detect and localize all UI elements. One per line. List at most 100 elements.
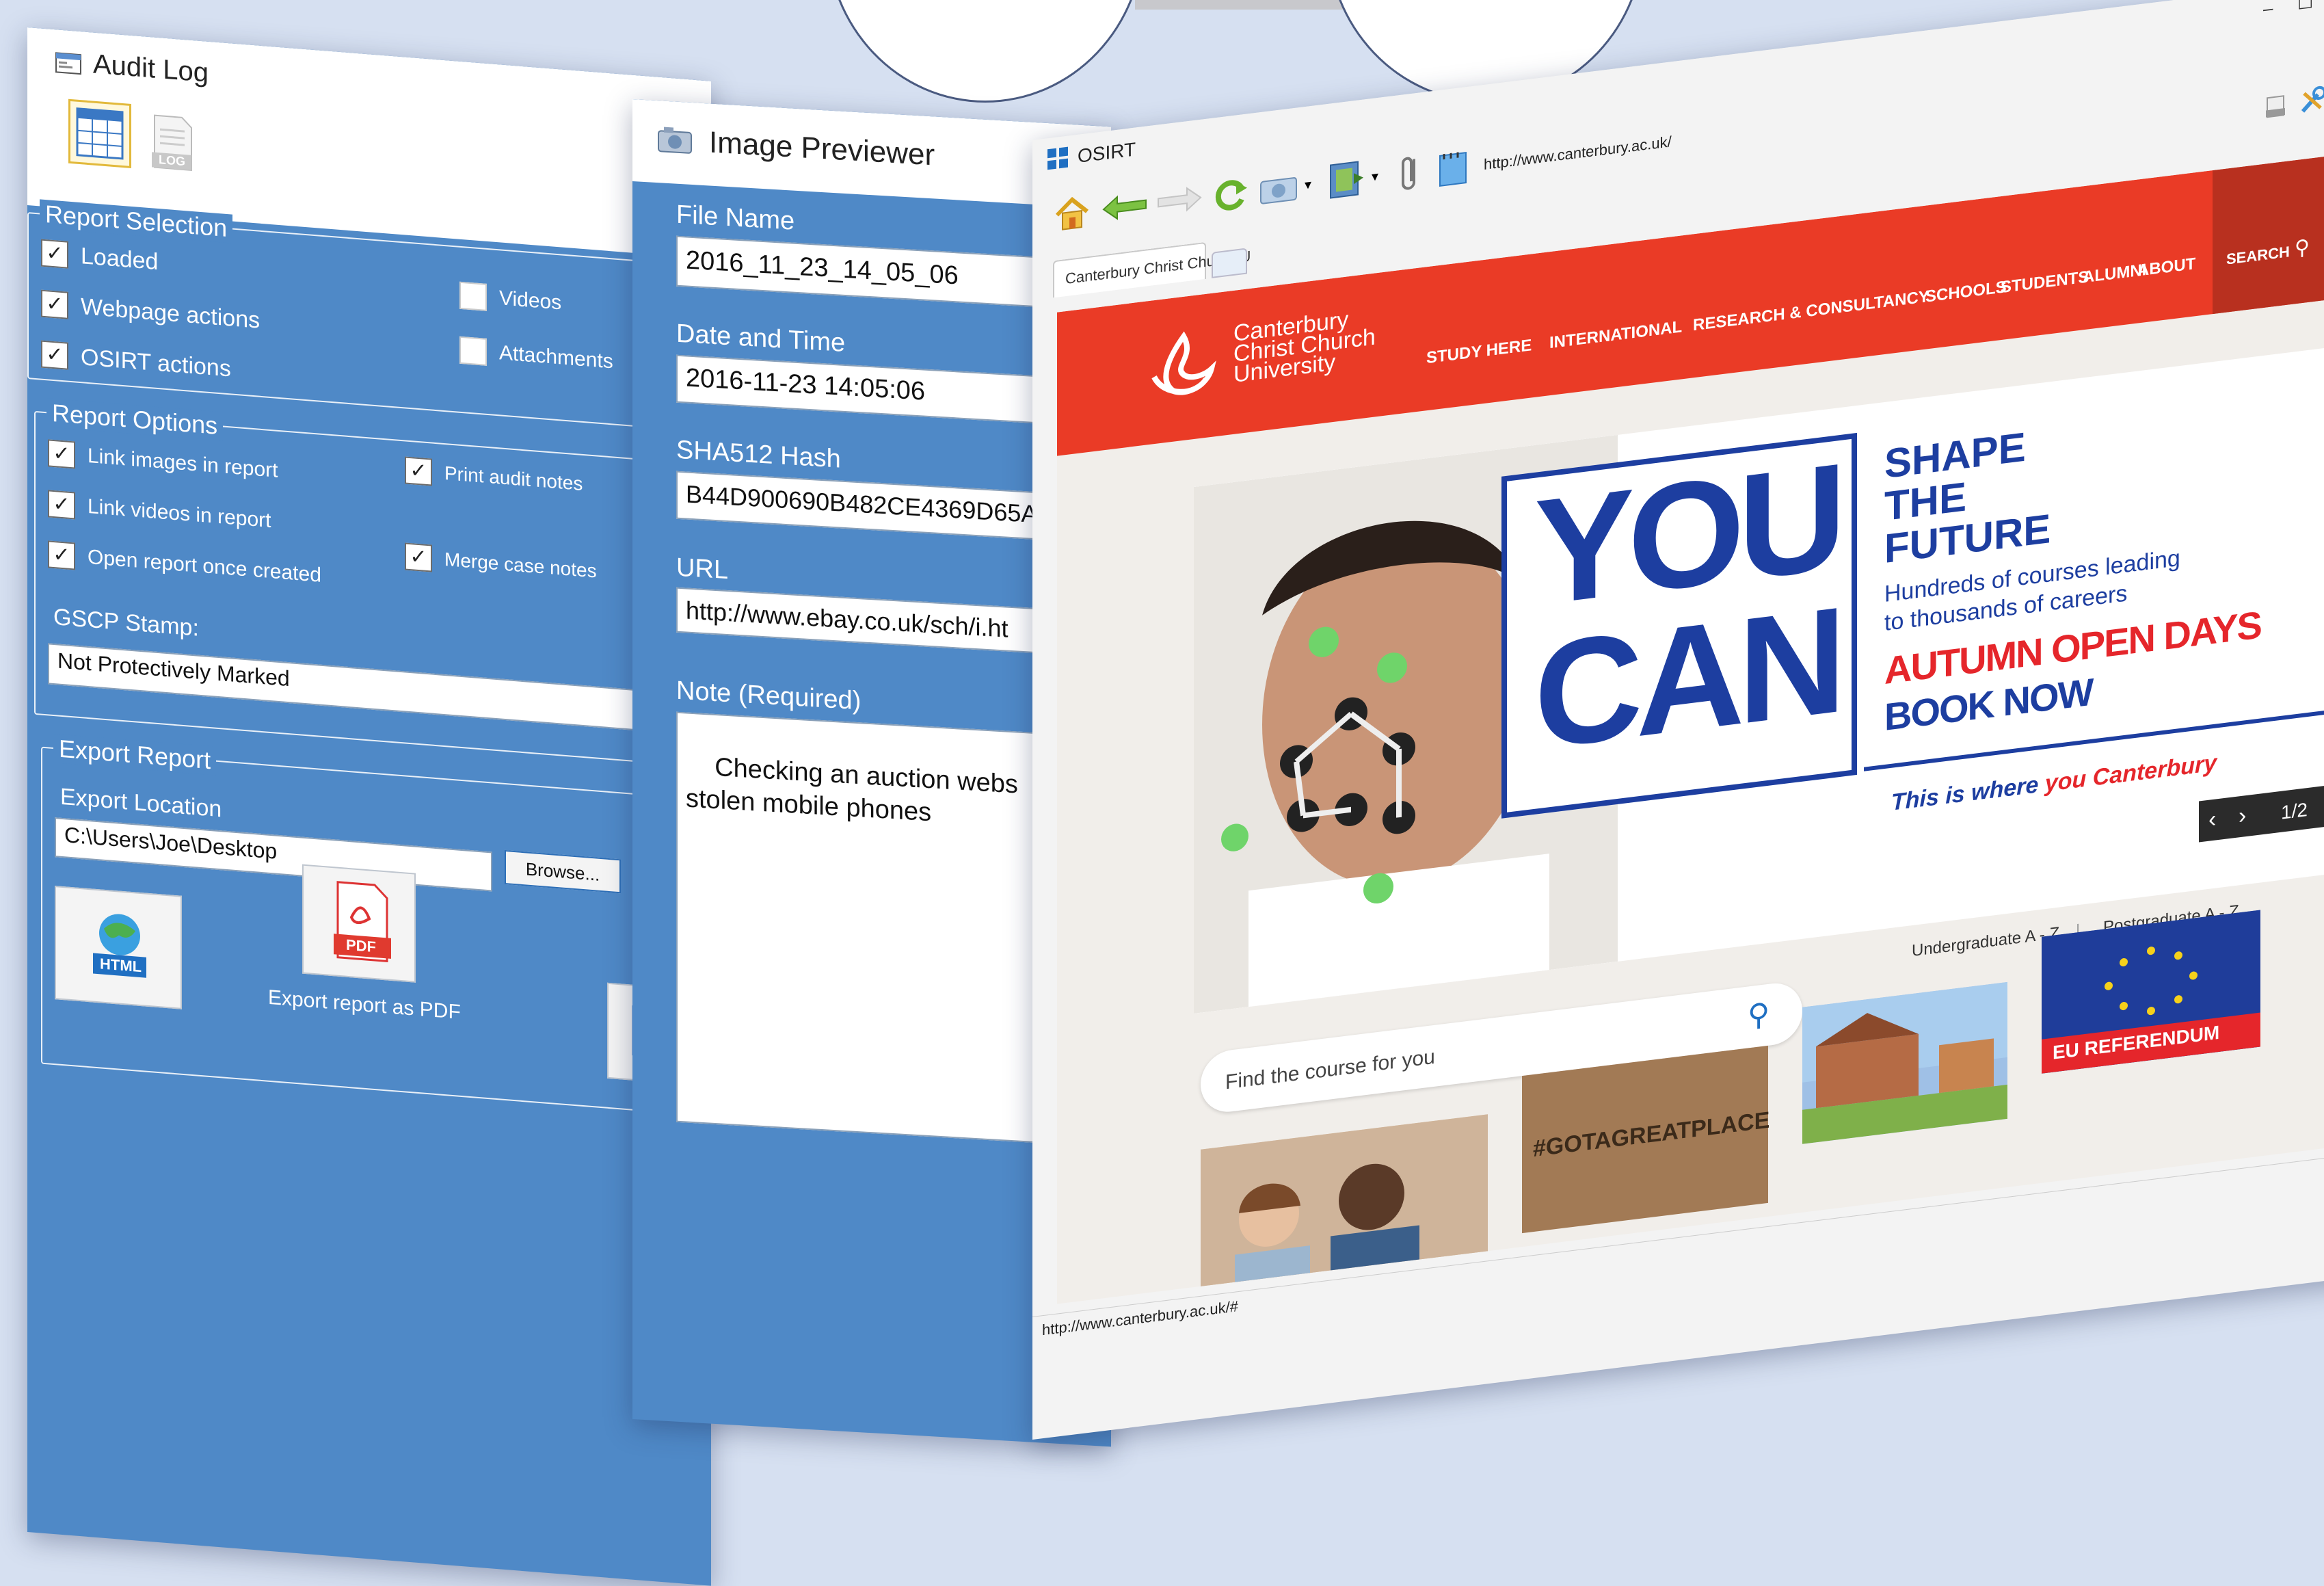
log-icon-label: LOG xyxy=(159,153,185,169)
export-location-label: Export Location xyxy=(60,783,222,823)
you-can-box: YOU CAN xyxy=(1501,432,1857,819)
tile-campus[interactable] xyxy=(1802,981,2007,1144)
globe-html-icon xyxy=(93,914,146,978)
report-options-legend: Report Options xyxy=(46,398,224,441)
university-logo-icon xyxy=(1151,331,1216,395)
checkbox-label: Webpage actions xyxy=(81,293,261,334)
status-url: http://www.canterbury.ac.uk/# xyxy=(1042,1297,1238,1339)
search-icon: ⚲ xyxy=(2295,235,2310,261)
address-bar[interactable]: http://www.canterbury.ac.uk/ xyxy=(1484,133,1672,174)
carousel-controls: ‹ › 1/2 xyxy=(2199,784,2324,843)
export-pdf-button[interactable]: PDF xyxy=(302,864,416,983)
audit-log-title: Audit Log xyxy=(93,49,209,88)
url-value: http://www.ebay.co.uk/sch/i.ht xyxy=(686,596,1009,643)
decorative-circle-left xyxy=(826,0,1145,103)
maximize-icon[interactable]: ☐ xyxy=(2297,0,2313,14)
image-previewer-title: Image Previewer xyxy=(709,125,935,172)
nav-search-label: SEARCH xyxy=(2226,243,2290,268)
checkbox-box: ✓ xyxy=(48,439,75,469)
carousel-next-icon[interactable]: › xyxy=(2239,802,2246,830)
nav-students[interactable]: STUDENTS xyxy=(2001,267,2089,298)
checkbox-label: Videos xyxy=(499,287,562,315)
browser-tab-active[interactable]: Canterbury Christ Church U xyxy=(1053,241,1251,298)
checkbox-box xyxy=(459,281,487,311)
nav-schools[interactable]: SCHOOLS xyxy=(1925,278,2007,307)
screenshot-camera-icon[interactable] xyxy=(1258,170,1299,207)
course-search-icon[interactable]: ⚲ xyxy=(1748,996,1769,1034)
audit-log-window: Audit Log LOG Report Selection ✓ Loaded … xyxy=(27,27,711,1586)
osirt-browser-window: OSIRT – ☐ ▾ ▾ http://www.canterbury.ac.u… xyxy=(1032,0,2324,1440)
checkbox-label: Open report once created xyxy=(88,545,321,587)
checkbox-box: ✓ xyxy=(41,289,68,319)
shape-future-heading: SHAPE THE FUTURE xyxy=(1884,423,2051,572)
attachment-paperclip-icon[interactable] xyxy=(1396,151,1424,196)
link-images-checkbox[interactable]: ✓ Link images in report xyxy=(48,439,278,484)
open-report-checkbox[interactable]: ✓ Open report once created xyxy=(48,540,321,589)
audit-log-icon[interactable] xyxy=(2263,93,2288,120)
carousel-prev-icon[interactable]: ‹ xyxy=(2208,806,2216,833)
osirt-actions-checkbox[interactable]: ✓ OSIRT actions xyxy=(41,340,231,383)
checkbox-box: ✓ xyxy=(405,542,432,572)
forward-arrow-icon[interactable] xyxy=(1156,183,1203,217)
notes-notepad-icon[interactable] xyxy=(1436,146,1470,189)
table-view-button[interactable] xyxy=(68,98,131,168)
checkbox-box: ✓ xyxy=(48,490,75,520)
decorative-band xyxy=(1135,0,1367,10)
browse-button[interactable]: Browse... xyxy=(505,849,621,894)
camera-icon xyxy=(658,127,692,154)
osirt-title: OSIRT xyxy=(1078,138,1136,167)
tools-icon[interactable] xyxy=(2297,83,2324,117)
nav-research-consultancy[interactable]: RESEARCH & CONSULTANCY xyxy=(1693,287,1929,335)
tile-gotagreatplace[interactable]: #GOTAGREATPLACE xyxy=(1522,1045,1770,1234)
print-audit-notes-checkbox[interactable]: ✓ Print audit notes xyxy=(405,456,583,497)
pdf-badge: PDF xyxy=(346,936,376,956)
link-videos-checkbox[interactable]: ✓ Link videos in report xyxy=(48,490,271,535)
nav-search[interactable]: SEARCH ⚲ xyxy=(2213,154,2324,315)
can-text: CAN xyxy=(1534,575,1840,781)
export-location-value: C:\Users\Joe\Desktop xyxy=(64,822,278,864)
checkbox-box: ✓ xyxy=(41,340,68,370)
checkbox-box: ✓ xyxy=(48,540,75,570)
date-time-label: Date and Time xyxy=(676,319,846,358)
checkbox-box: ✓ xyxy=(41,239,68,269)
screenshot-dropdown-icon[interactable]: ▾ xyxy=(1305,176,1311,194)
nav-about[interactable]: ABOUT xyxy=(2137,254,2195,280)
attachments-checkbox[interactable]: Attachments xyxy=(459,336,613,376)
minimize-icon[interactable]: – xyxy=(2263,0,2273,20)
videos-checkbox[interactable]: Videos xyxy=(459,281,562,317)
new-tab-button[interactable] xyxy=(1212,248,1247,278)
nav-international[interactable]: INTERNATIONAL xyxy=(1549,317,1682,353)
log-view-button[interactable]: LOG xyxy=(149,112,197,174)
back-arrow-icon[interactable] xyxy=(1101,190,1149,224)
tile-gotagreatplace-label: #GOTAGREATPLACE xyxy=(1533,1107,1770,1163)
export-report-legend: Export Report xyxy=(53,733,217,776)
video-capture-icon[interactable] xyxy=(1326,157,1366,202)
url-label: URL xyxy=(676,553,729,585)
undergraduate-az-link[interactable]: Undergraduate A - Z xyxy=(1912,924,2059,962)
audit-log-app-icon xyxy=(55,52,81,75)
tagline-highlight: you Canterbury xyxy=(2044,750,2217,797)
checkbox-label: Merge case notes xyxy=(444,549,597,582)
tile-eu-referendum[interactable]: EU REFERENDUM xyxy=(2042,910,2260,1074)
merge-case-notes-checkbox[interactable]: ✓ Merge case notes xyxy=(405,542,597,585)
checkbox-label: Print audit notes xyxy=(444,462,583,494)
html-badge: HTML xyxy=(100,955,142,976)
note-value: Checking an auction webs stolen mobile p… xyxy=(686,752,1018,828)
webpage-actions-checkbox[interactable]: ✓ Webpage actions xyxy=(41,289,261,334)
tagline-part: This is where xyxy=(1891,771,2045,816)
date-time-value: 2016-11-23 14:05:06 xyxy=(686,363,926,406)
sha512-hash-value: B44D900690B482CE4369D65A xyxy=(686,479,1038,529)
home-icon[interactable] xyxy=(1053,191,1091,235)
carousel-page-indicator: 1/2 xyxy=(2281,799,2308,823)
loaded-checkbox[interactable]: ✓ Loaded xyxy=(41,239,158,276)
refresh-icon[interactable] xyxy=(1212,172,1250,215)
nav-study-here[interactable]: STUDY HERE xyxy=(1426,336,1532,368)
checkbox-box: ✓ xyxy=(405,456,432,486)
gscp-stamp-select[interactable]: Not Protectively Marked xyxy=(48,643,711,739)
export-html-button[interactable]: HTML xyxy=(55,886,182,1009)
export-location-input[interactable]: C:\Users\Joe\Desktop xyxy=(55,817,492,892)
report-options-group: Report Options ✓ Link images in report ✓ L… xyxy=(34,398,711,772)
video-dropdown-icon[interactable]: ▾ xyxy=(1372,168,1378,185)
file-name-value: 2016_11_23_14_05_06 xyxy=(686,246,959,291)
checkbox-label: OSIRT actions xyxy=(81,343,231,382)
